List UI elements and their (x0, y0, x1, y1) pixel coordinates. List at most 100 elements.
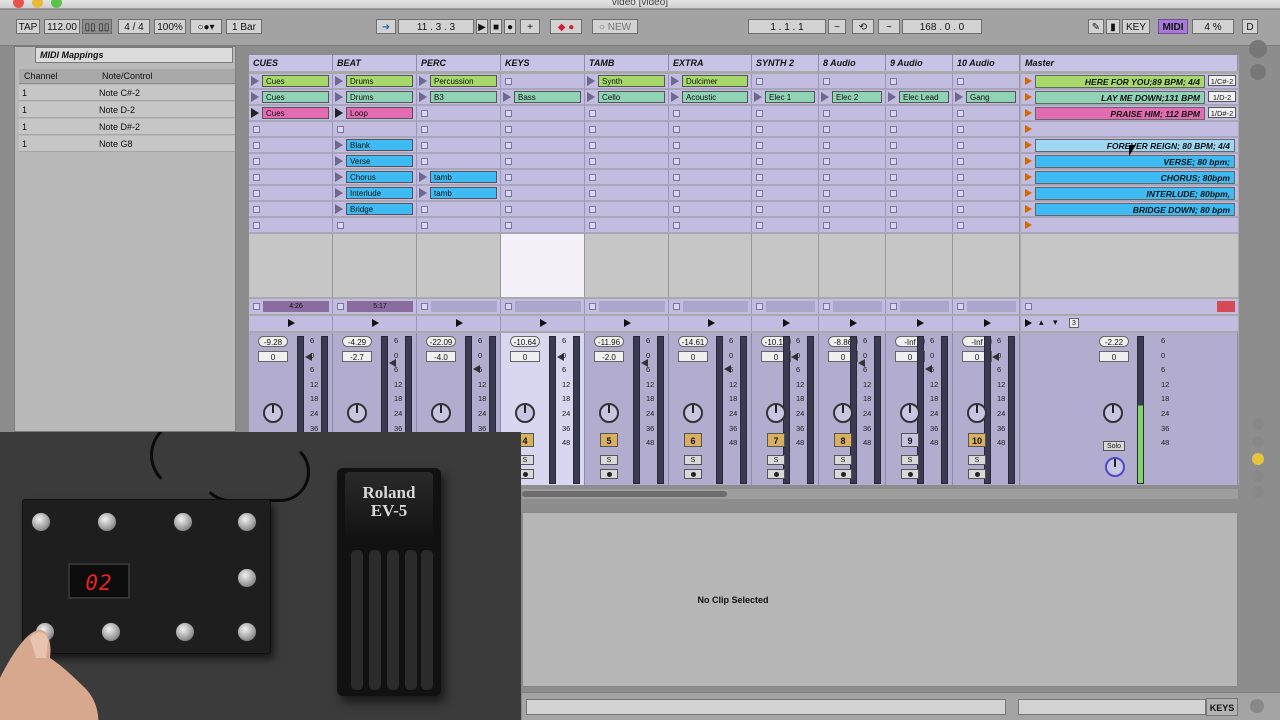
scene-launch-icon[interactable] (1025, 93, 1032, 101)
scene-name[interactable]: LAY ME DOWN;131 BPM (1035, 91, 1205, 104)
clip-slot[interactable]: Cues (249, 106, 333, 121)
scene-slot[interactable]: PRAISE HIM; 112 BPM 1/D#-2 (1021, 106, 1238, 121)
loop-start-field[interactable]: 1 . 1 . 1 (748, 19, 826, 34)
clip-slot[interactable] (669, 154, 752, 169)
clip-slot[interactable] (819, 170, 886, 185)
io-toggle-icon[interactable] (1249, 40, 1267, 58)
clip-slot[interactable] (249, 218, 333, 233)
clip-slot[interactable]: Drums (333, 74, 417, 89)
clip-stop-button[interactable] (505, 206, 512, 213)
clip-slot[interactable] (585, 122, 669, 137)
clip-slot[interactable] (417, 218, 501, 233)
clip-stop-button[interactable] (421, 222, 428, 229)
solo-button[interactable]: S (684, 455, 702, 465)
master-pan-knob[interactable] (1103, 403, 1123, 423)
zoom-field[interactable]: 100% (154, 19, 186, 34)
clip-slot[interactable]: Dulcimer (669, 74, 752, 89)
clip-slot[interactable]: Cues (249, 90, 333, 105)
scroll-toggle-icon[interactable] (1252, 486, 1264, 498)
clip-slot[interactable] (501, 138, 585, 153)
clip-slot[interactable] (752, 138, 819, 153)
midi-map-button[interactable]: MIDI (1158, 19, 1188, 34)
clip-slot[interactable] (953, 186, 1020, 201)
track-stop-button[interactable] (337, 303, 344, 310)
clip-slot[interactable] (953, 74, 1020, 89)
clip[interactable]: Interlude (346, 187, 413, 199)
key-map-button[interactable]: KEY (1122, 19, 1150, 34)
record-button[interactable]: ● (504, 19, 516, 34)
pan-knob[interactable] (833, 403, 853, 423)
metronome-toggle[interactable]: ○●▾ (190, 19, 222, 34)
clip-stop-button[interactable] (673, 222, 680, 229)
track-drop-area[interactable] (953, 234, 1020, 297)
track-header[interactable]: BEAT (333, 55, 417, 71)
track-play-icon[interactable] (372, 319, 379, 327)
scene-slot[interactable]: CHORUS; 80bpm (1021, 170, 1238, 185)
clip[interactable]: Elec 2 (832, 91, 882, 103)
clip-slot[interactable] (249, 202, 333, 217)
clip-slot[interactable] (953, 154, 1020, 169)
clip-slot[interactable] (819, 218, 886, 233)
clip-launch-icon[interactable] (821, 92, 829, 102)
loop-length-field[interactable]: 168 . 0 . 0 (902, 19, 982, 34)
clip-stop-button[interactable] (589, 174, 596, 181)
clip-stop-button[interactable] (253, 190, 260, 197)
track-stop-button[interactable] (890, 303, 897, 310)
clip-launch-icon[interactable] (335, 92, 343, 102)
clip-launch-icon[interactable] (587, 92, 595, 102)
clip-slot[interactable] (417, 154, 501, 169)
scene-launch-icon[interactable] (1025, 77, 1032, 85)
scene-launch-icon[interactable] (1025, 205, 1032, 213)
clip[interactable]: Elec 1 (765, 91, 815, 103)
clip-slot[interactable] (953, 218, 1020, 233)
clip-launch-icon[interactable] (335, 140, 343, 150)
clip-slot[interactable] (752, 170, 819, 185)
clip-slot[interactable] (752, 186, 819, 201)
clip-slot[interactable] (752, 218, 819, 233)
clip-stop-button[interactable] (421, 110, 428, 117)
clip-slot[interactable] (585, 186, 669, 201)
pan-knob[interactable] (683, 403, 703, 423)
volume-display[interactable]: -22.09 (426, 336, 456, 347)
track-activator-button[interactable]: 6 (684, 433, 702, 447)
clip-slot[interactable] (953, 106, 1020, 121)
clip-stop-button[interactable] (253, 206, 260, 213)
clip[interactable]: B3 (430, 91, 497, 103)
track-header[interactable]: EXTRA (669, 55, 752, 71)
scene-play-icon[interactable] (1025, 319, 1032, 327)
clip-slot[interactable] (417, 122, 501, 137)
solo-button[interactable]: S (834, 455, 852, 465)
scene-slot[interactable]: LAY ME DOWN;131 BPM 1/D-2 (1021, 90, 1238, 105)
clip-stop-button[interactable] (957, 174, 964, 181)
automation-arm-button[interactable]: ◆ ● (550, 19, 582, 34)
clip-stop-button[interactable] (957, 158, 964, 165)
clip-stop-button[interactable] (253, 158, 260, 165)
clip-launch-icon[interactable] (335, 172, 343, 182)
clip-slot[interactable]: tamb (417, 170, 501, 185)
computer-midi-keyboard-button[interactable]: ▮ (1106, 19, 1120, 34)
track-play-icon[interactable] (983, 319, 991, 327)
clip-slot[interactable]: Bass (501, 90, 585, 105)
clip-slot[interactable]: tamb (417, 186, 501, 201)
clip-launch-icon[interactable] (335, 204, 343, 214)
clip-stop-button[interactable] (505, 174, 512, 181)
clip-stop-button[interactable] (823, 174, 830, 181)
scene-launch-icon[interactable] (1025, 141, 1032, 149)
clip[interactable]: Drums (346, 91, 413, 103)
clip-stop-button[interactable] (890, 190, 897, 197)
volume-display[interactable]: -9.28 (258, 336, 288, 347)
clip-launch-icon[interactable] (335, 76, 343, 86)
clip-stop-button[interactable] (756, 110, 763, 117)
track-header[interactable]: 9 Audio (886, 55, 953, 71)
clip-stop-button[interactable] (673, 142, 680, 149)
clip-slot[interactable] (585, 138, 669, 153)
clip-slot[interactable] (585, 154, 669, 169)
clip-stop-button[interactable] (253, 142, 260, 149)
clip-slot[interactable] (819, 202, 886, 217)
new-button[interactable]: ○ NEW (592, 19, 638, 34)
clip-slot[interactable] (501, 122, 585, 137)
quantization-select[interactable]: 1 Bar (226, 19, 262, 34)
scene-name[interactable]: HERE FOR YOU;89 BPM; 4/4 (1035, 75, 1205, 88)
clip-stop-button[interactable] (421, 142, 428, 149)
scrollbar-thumb[interactable] (522, 491, 727, 497)
